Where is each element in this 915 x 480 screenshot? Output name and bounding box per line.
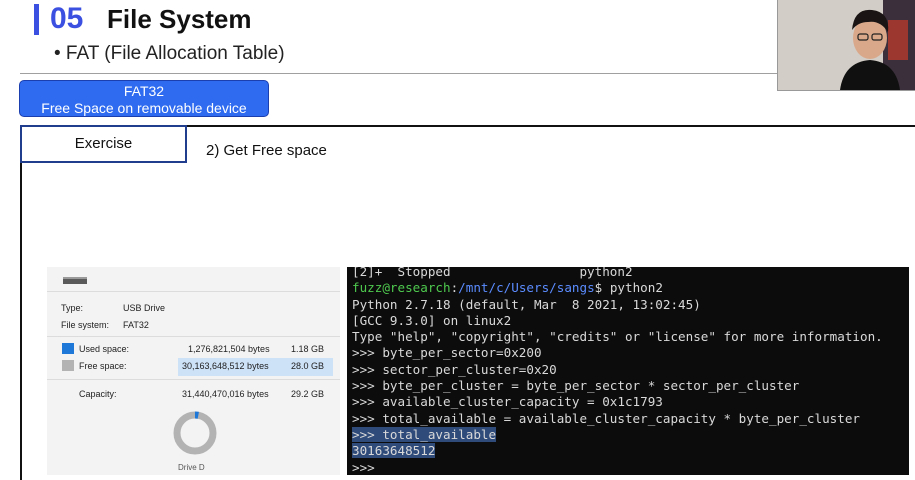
- type-label: Type:: [61, 303, 84, 313]
- terminal-selected-line: >>> total_available: [347, 426, 909, 443]
- type-value: USB Drive: [123, 303, 166, 313]
- free-space-swatch: [62, 360, 74, 371]
- panel-divider: [47, 379, 340, 380]
- free-space-gb: 28.0 GB: [291, 361, 325, 371]
- terminal-line: >>> byte_per_sector=0x200: [352, 345, 542, 361]
- capacity-gb: 29.2 GB: [291, 389, 325, 399]
- exercise-box: Exercise: [20, 125, 187, 163]
- capacity-donut-chart: [173, 411, 217, 455]
- capacity-label: Capacity:: [79, 389, 117, 399]
- panel-divider: [47, 291, 340, 292]
- used-space-gb: 1.18 GB: [291, 344, 325, 354]
- prompt-command: $ python2: [594, 280, 663, 296]
- exercise-description: 2) Get Free space: [206, 142, 327, 159]
- capacity-bytes: 31,440,470,016 bytes: [182, 389, 269, 399]
- usb-drive-icon: [63, 277, 87, 284]
- terminal-line: >>> available_cluster_capacity = 0x1c179…: [352, 394, 663, 410]
- drive-properties-panel: Type: USB Drive File system: FAT32 Used …: [47, 267, 340, 475]
- page-title: File System: [107, 4, 252, 34]
- free-space-label: Free space:: [79, 361, 127, 371]
- python-terminal[interactable]: [2]+ Stopped python2 fuzz@research:/mnt/…: [347, 267, 909, 475]
- prompt-user: fuzz@research: [352, 280, 451, 296]
- badge-line-2: Free Space on removable device: [41, 100, 247, 116]
- used-space-swatch: [62, 343, 74, 354]
- terminal-line: >>> byte_per_cluster = byte_per_sector *…: [352, 378, 800, 394]
- terminal-prompt-line: fuzz@research:/mnt/c/Users/sangs$ python…: [347, 280, 909, 296]
- terminal-line: [2]+ Stopped python2: [352, 267, 633, 279]
- used-space-label: Used space:: [79, 344, 130, 354]
- title-accent-bar: [34, 4, 39, 35]
- fat32-badge: FAT32 Free Space on removable device: [19, 80, 269, 117]
- free-space-bytes: 30,163,648,512 bytes: [182, 361, 269, 371]
- terminal-line: >>> sector_per_cluster=0x20: [352, 361, 557, 377]
- webcam-video: [777, 0, 915, 91]
- terminal-line: Type "help", "copyright", "credits" or "…: [352, 329, 883, 345]
- drive-label: Drive D: [178, 463, 205, 472]
- terminal-selected-line: 30163648512: [347, 443, 909, 459]
- selected-text: >>> total_available: [352, 426, 497, 442]
- terminal-input-line[interactable]: >>>: [347, 460, 909, 475]
- terminal-line: >>> total_available = available_cluster_…: [352, 410, 860, 426]
- section-number: 05: [50, 2, 84, 35]
- presenter-video-frame: [778, 0, 915, 90]
- selected-result: 30163648512: [352, 443, 436, 459]
- page-subtitle: • FAT (File Allocation Table): [54, 43, 285, 64]
- badge-line-1: FAT32: [123, 83, 165, 99]
- file-system-value: FAT32: [123, 320, 149, 330]
- panel-divider: [47, 336, 340, 337]
- file-system-label: File system:: [61, 320, 110, 330]
- terminal-line: Python 2.7.18 (default, Mar 8 2021, 13:0…: [352, 296, 701, 312]
- used-space-bytes: 1,276,821,504 bytes: [188, 344, 270, 354]
- prompt-path: /mnt/c/Users/sangs: [458, 280, 595, 296]
- terminal-line: [GCC 9.3.0] on linux2: [352, 312, 512, 328]
